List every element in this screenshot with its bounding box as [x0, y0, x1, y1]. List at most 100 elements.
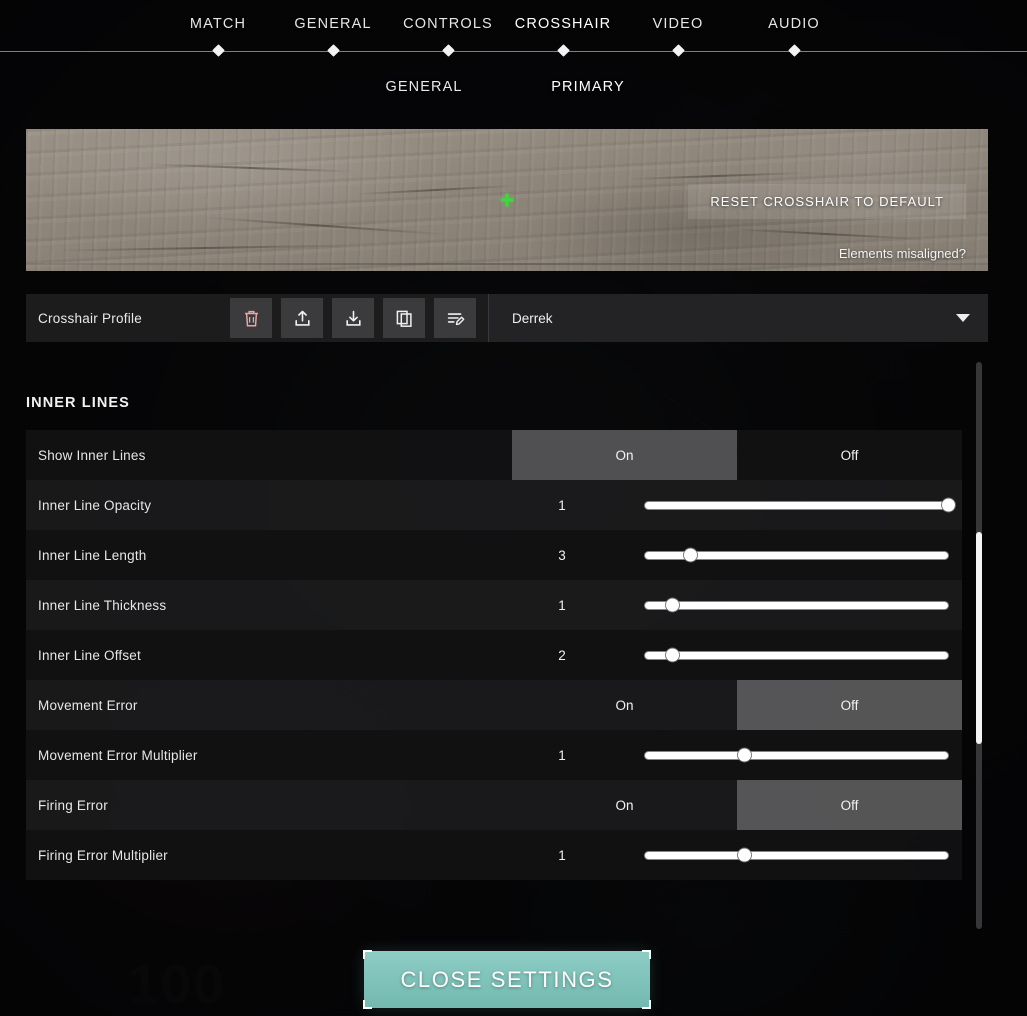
import-profile-button[interactable]	[332, 298, 374, 338]
close-settings-label: CLOSE SETTINGS	[400, 966, 614, 992]
setting-control: 2	[512, 630, 962, 680]
sub-navigation: GENERAL PRIMARY	[0, 54, 1027, 100]
reset-crosshair-button[interactable]: RESET CROSSHAIR TO DEFAULT	[688, 184, 966, 219]
toggle-off-option[interactable]: Off	[737, 780, 962, 830]
profile-select[interactable]: Derrek	[488, 294, 988, 342]
toggle-off-option[interactable]: Off	[737, 680, 962, 730]
setting-value: 1	[558, 847, 566, 863]
delete-profile-button[interactable]	[230, 298, 272, 338]
setting-row: Movement Error On Off	[26, 680, 962, 730]
toggle-on-option[interactable]: On	[512, 780, 737, 830]
elements-misaligned-link[interactable]: Elements misaligned?	[839, 246, 966, 261]
crosshair-horizontal-line	[500, 198, 514, 202]
setting-slider[interactable]	[644, 848, 949, 862]
nav-tab-crosshair[interactable]: CROSSHAIR	[515, 16, 612, 32]
slider-container	[612, 730, 962, 780]
nav-tab-audio[interactable]: AUDIO	[768, 16, 820, 32]
settings-overlay: 100 MATCHGENERALCONTROLSCROSSHAIRVIDEOAU…	[0, 0, 1027, 1016]
setting-label: Show Inner Lines	[38, 447, 146, 463]
setting-label: Inner Line Opacity	[38, 497, 152, 513]
profile-select-value: Derrek	[512, 310, 553, 326]
duplicate-profile-button[interactable]	[383, 298, 425, 338]
setting-value: 1	[558, 747, 566, 763]
setting-slider[interactable]	[644, 498, 955, 512]
preview-floor-edge	[26, 263, 988, 265]
nav-divider-line	[0, 51, 1027, 52]
top-navigation: MATCH GENERAL CONTROLS CROSSHAIR VIDEO AUDIO	[0, 0, 1027, 57]
close-settings-button[interactable]: CLOSE SETTINGS	[363, 950, 651, 1009]
nav-tab-controls[interactable]: CONTROLS	[403, 16, 493, 32]
nav-tab-match[interactable]: MATCH	[190, 16, 246, 32]
crosshair-profile-row: Crosshair Profile Derrek	[26, 294, 988, 342]
toggle-on-option[interactable]: On	[512, 680, 737, 730]
setting-control: 1	[512, 480, 962, 530]
crosshair-glyph	[500, 193, 514, 207]
slider-thumb[interactable]	[665, 598, 679, 612]
setting-label: Inner Line Offset	[38, 647, 141, 663]
setting-row: Show Inner Lines On Off	[26, 430, 962, 480]
setting-row: Inner Line Thickness 1	[26, 580, 962, 630]
toggle-off-option[interactable]: Off	[737, 430, 962, 480]
nav-tab-video[interactable]: VIDEO	[653, 16, 704, 32]
setting-control: 1	[512, 580, 962, 630]
setting-label: Firing Error Multiplier	[38, 847, 168, 863]
crosshair-profile-label: Crosshair Profile	[38, 310, 143, 326]
slider-thumb[interactable]	[738, 848, 752, 862]
setting-slider[interactable]	[644, 748, 949, 762]
slider-thumb[interactable]	[683, 548, 697, 562]
download-icon	[344, 309, 363, 328]
setting-row: Inner Line Opacity 1	[26, 480, 962, 530]
slider-container	[612, 580, 962, 630]
corner-notch	[642, 950, 651, 959]
top-nav-tab-list: MATCH GENERAL CONTROLS CROSSHAIR VIDEO AUDIO	[0, 0, 1027, 54]
corner-notch	[642, 1000, 651, 1009]
nav-tab-general[interactable]: GENERAL	[294, 16, 371, 32]
slider-thumb[interactable]	[941, 498, 955, 512]
settings-list: Show Inner Lines On Off Inner Line Opacity 1…	[26, 430, 962, 880]
setting-label: Inner Line Length	[38, 547, 147, 563]
setting-value: 2	[558, 647, 566, 663]
corner-notch	[363, 950, 372, 959]
slider-thumb[interactable]	[738, 748, 752, 762]
slider-container	[612, 830, 962, 880]
setting-value: 1	[558, 597, 566, 613]
setting-label: Movement Error Multiplier	[38, 747, 198, 763]
setting-control: 3	[512, 530, 962, 580]
setting-row: Inner Line Offset 2	[26, 630, 962, 680]
setting-control: On Off	[512, 430, 962, 480]
setting-label: Inner Line Thickness	[38, 597, 167, 613]
copy-icon	[395, 309, 414, 328]
setting-slider[interactable]	[644, 598, 949, 612]
profile-action-buttons	[230, 294, 488, 342]
setting-label: Firing Error	[38, 797, 108, 813]
setting-slider[interactable]	[644, 548, 949, 562]
setting-row: Movement Error Multiplier 1	[26, 730, 962, 780]
trash-icon	[243, 309, 260, 328]
setting-label: Movement Error	[38, 697, 138, 713]
slider-container	[612, 630, 962, 680]
upload-icon	[293, 309, 312, 328]
setting-value: 1	[558, 497, 566, 513]
slider-container	[612, 480, 962, 530]
corner-notch	[363, 1000, 372, 1009]
toggle-on-option[interactable]: On	[512, 430, 737, 480]
export-profile-button[interactable]	[281, 298, 323, 338]
setting-control: 1	[512, 730, 962, 780]
subnav-tab-primary[interactable]: PRIMARY	[551, 79, 625, 95]
setting-slider[interactable]	[644, 648, 949, 662]
setting-row: Inner Line Length 3	[26, 530, 962, 580]
slider-thumb[interactable]	[665, 648, 679, 662]
setting-row: Firing Error On Off	[26, 780, 962, 830]
setting-control: 1	[512, 830, 962, 880]
edit-list-icon	[446, 309, 465, 328]
setting-control: On Off	[512, 680, 962, 730]
subnav-tab-general[interactable]: GENERAL	[386, 79, 463, 95]
setting-value: 3	[558, 547, 566, 563]
settings-scrollbar-thumb[interactable]	[976, 532, 982, 744]
setting-control: On Off	[512, 780, 962, 830]
section-title-inner-lines: INNER LINES	[26, 395, 130, 411]
settings-scrollbar-track[interactable]	[976, 362, 982, 929]
setting-row: Firing Error Multiplier 1	[26, 830, 962, 880]
rename-profile-button[interactable]	[434, 298, 476, 338]
chevron-down-icon	[956, 314, 970, 322]
